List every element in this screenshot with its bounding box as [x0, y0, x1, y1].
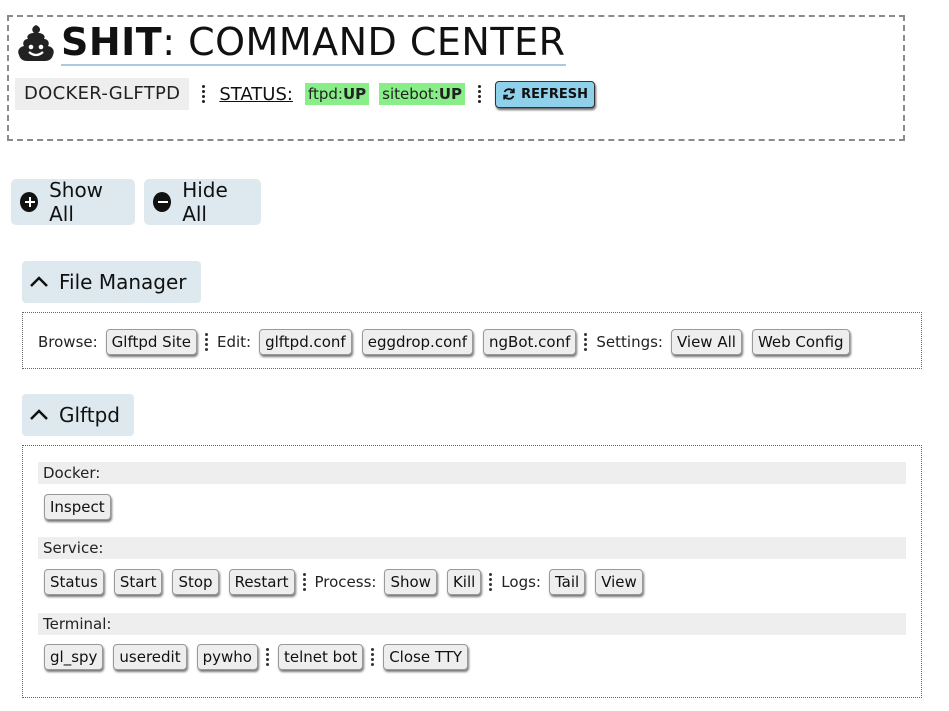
service-row: Status Start Stop Restart Process: Show … — [44, 569, 653, 595]
terminal-label: Terminal: — [38, 613, 906, 635]
minus-circle-icon — [153, 192, 172, 212]
refresh-button[interactable]: REFRESH — [495, 80, 595, 108]
logs-label: Logs: — [501, 573, 541, 591]
show-all-button[interactable]: Show All — [11, 178, 135, 226]
separator — [371, 646, 375, 668]
terminal-row: gl_spy useredit pywho telnet bot Close T… — [44, 644, 478, 670]
show-all-label: Show All — [49, 178, 104, 226]
info-row: DOCKER-GLFTPD STATUS: ftpd:UP sitebot:UP… — [15, 78, 595, 110]
file-manager-row: Browse: Glftpd Site Edit: glftpd.conf eg… — [38, 329, 860, 355]
title-rest: : COMMAND CENTER — [162, 20, 566, 64]
service-status-button[interactable]: Status — [44, 569, 104, 595]
edit-ngbot-conf-button[interactable]: ngBot.conf — [483, 329, 577, 355]
host-name: DOCKER-GLFTPD — [15, 78, 190, 110]
settings-web-config-button[interactable]: Web Config — [751, 329, 850, 355]
service-stop-button[interactable]: Stop — [172, 569, 219, 595]
hide-all-label: Hide All — [182, 178, 228, 226]
docker-row: Inspect — [44, 494, 121, 520]
service-restart-button[interactable]: Restart — [228, 569, 295, 595]
settings-label: Settings: — [596, 333, 663, 351]
poop-icon — [18, 25, 54, 61]
status-badge-ftpd: ftpd:UP — [304, 83, 370, 105]
terminal-useredit-button[interactable]: useredit — [113, 644, 187, 670]
plus-circle-icon — [20, 192, 39, 212]
status-badge-sitebot: sitebot:UP — [379, 83, 466, 105]
terminal-close-tty-button[interactable]: Close TTY — [383, 644, 469, 670]
separator — [204, 331, 208, 353]
process-show-button[interactable]: Show — [384, 569, 437, 595]
service-start-button[interactable]: Start — [113, 569, 163, 595]
docker-label: Docker: — [38, 462, 906, 484]
edit-label: Edit: — [216, 333, 252, 351]
separator — [202, 83, 206, 105]
separator — [489, 571, 493, 593]
process-label: Process: — [314, 573, 377, 591]
separator — [584, 331, 588, 353]
terminal-telnet-bot-button[interactable]: telnet bot — [277, 644, 364, 670]
chevron-up-icon — [30, 409, 48, 420]
logs-view-button[interactable]: View — [595, 569, 643, 595]
hide-all-button[interactable]: Hide All — [144, 178, 261, 226]
file-manager-header[interactable]: File Manager — [22, 261, 201, 303]
title-bold: SHIT — [61, 20, 163, 64]
settings-view-all-button[interactable]: View All — [670, 329, 742, 355]
logs-tail-button[interactable]: Tail — [548, 569, 586, 595]
status-label: STATUS: — [219, 83, 293, 105]
chevron-up-icon — [30, 276, 48, 287]
service-label: Service: — [38, 537, 906, 559]
edit-glftpd-conf-button[interactable]: glftpd.conf — [259, 329, 352, 355]
page-title: SHIT: COMMAND CENTER — [61, 20, 566, 66]
terminal-pywho-button[interactable]: pywho — [196, 644, 258, 670]
browse-label: Browse: — [38, 333, 98, 351]
title-row: SHIT: COMMAND CENTER — [15, 20, 566, 66]
edit-eggdrop-conf-button[interactable]: eggdrop.conf — [361, 329, 474, 355]
process-kill-button[interactable]: Kill — [446, 569, 482, 595]
file-manager-panel: Browse: Glftpd Site Edit: glftpd.conf eg… — [22, 312, 922, 369]
refresh-label: REFRESH — [521, 86, 588, 102]
separator — [478, 83, 482, 105]
separator — [265, 646, 269, 668]
glftpd-title: Glftpd — [59, 403, 120, 427]
separator — [302, 571, 306, 593]
glftpd-panel: Docker: Inspect Service: Status Start St… — [22, 445, 922, 698]
browse-glftpd-site-button[interactable]: Glftpd Site — [105, 329, 197, 355]
refresh-icon — [503, 88, 515, 100]
glftpd-header[interactable]: Glftpd — [22, 394, 134, 436]
terminal-gl-spy-button[interactable]: gl_spy — [44, 644, 104, 670]
docker-inspect-button[interactable]: Inspect — [44, 494, 111, 520]
file-manager-title: File Manager — [59, 270, 187, 294]
